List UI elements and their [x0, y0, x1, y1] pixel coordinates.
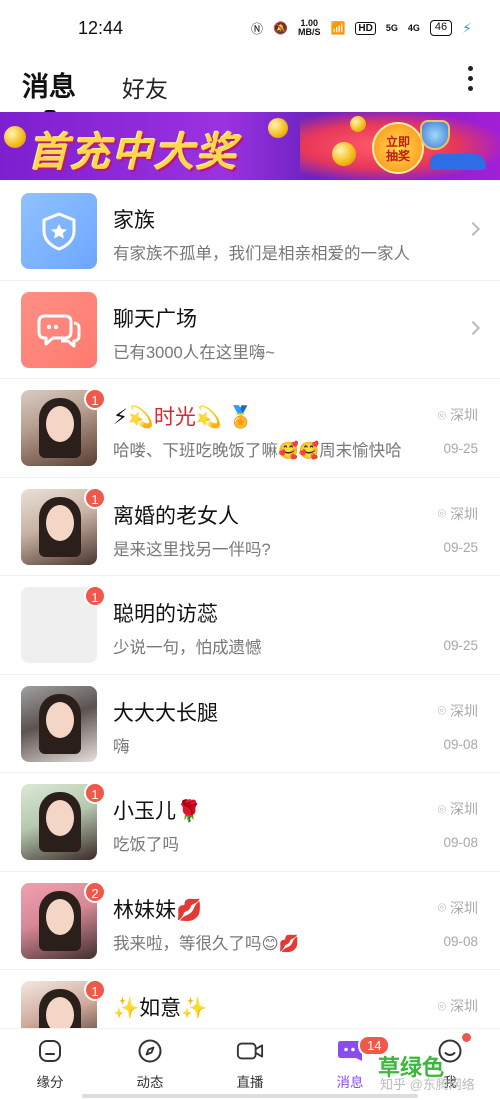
conversation-preview: 哈喽、下班吃晚饭了嘛🥰🥰周末愉快哈 — [113, 442, 402, 460]
nav-label: 动态 — [136, 1075, 164, 1090]
location-pin-icon: ⌾ — [437, 702, 446, 718]
coin-icon — [350, 116, 366, 132]
conversation-name: 林妹妹💋 — [113, 898, 203, 922]
location: ⌾ 深圳 — [437, 702, 478, 719]
location-pin-icon: ⌾ — [437, 899, 446, 915]
nav-label: 消息 — [336, 1075, 364, 1090]
top-tabs: 消息 好友 — [0, 60, 500, 116]
hd-icon: HD — [355, 21, 376, 35]
status-time: 12:44 — [78, 17, 124, 38]
list-item[interactable]: 1 小玉儿🌹 吃饭了吗 ⌾ 深圳 09-08 — [0, 773, 500, 872]
conversation-preview: 吃饭了吗 — [113, 836, 179, 854]
watermark-source: 知乎 @东腾网络 — [380, 1077, 475, 1092]
location: ⌾ 深圳 — [437, 505, 478, 522]
location-pin-icon: ⌾ — [437, 800, 446, 817]
conversation-preview: 是来这里找另一伴吗? — [113, 540, 271, 559]
conversation-date: 09-08 — [443, 736, 478, 752]
conversation-date: 09-25 — [443, 539, 478, 555]
chevron-right-icon — [465, 221, 481, 237]
conversation-name: ⚡💫时光💫 🏅 — [113, 406, 255, 429]
conversation-preview: 有家族不孤单，我们是相亲相爱的一家人 — [113, 245, 410, 263]
unread-badge: 1 — [84, 782, 106, 804]
video-camera-icon — [236, 1037, 264, 1065]
nav-feed[interactable]: 动态 — [100, 1029, 200, 1100]
banner-title: 首充中大奖 — [28, 131, 238, 175]
charging-icon: ⚡ — [462, 19, 472, 36]
shield-star-icon — [21, 193, 97, 269]
unread-badge: 2 — [84, 880, 106, 903]
avatar — [21, 685, 97, 762]
conversation-date: 09-08 — [443, 933, 478, 949]
conversation-list: 家族 有家族不孤单，我们是相亲相爱的一家人 聊天广场 已有3000人在这里嗨~ … — [0, 182, 500, 1069]
conversation-date: 09-25 — [443, 441, 478, 456]
mute-icon: 🔕 — [273, 21, 288, 35]
chevron-right-icon — [465, 320, 481, 335]
nav-fate[interactable]: 缘分 — [0, 1029, 100, 1100]
conversation-name: 聪明的访蕊 — [113, 603, 218, 626]
location-pin-icon: ⌾ — [437, 406, 446, 423]
unread-badge: 1 — [84, 979, 106, 1001]
location-pin-icon: ⌾ — [437, 505, 446, 521]
car-icon — [430, 154, 486, 170]
list-item[interactable]: 1 聪明的访蕊 少说一句，怕成遗憾 09-25 — [0, 576, 500, 675]
chat-square-avatar — [21, 291, 97, 368]
conversation-name: 大大大长腿 — [113, 701, 218, 725]
more-options-icon[interactable] — [468, 66, 474, 91]
list-item[interactable]: 1 离婚的老女人 是来这里找另一伴吗? ⌾ 深圳 09-25 — [0, 478, 500, 576]
status-bar: 12:44 Ⓝ 🔕 1.00 MB/S 📶 HD 5G 4G 46 ⚡ — [0, 0, 500, 56]
unread-badge: 1 — [84, 585, 106, 607]
signal-5g: 5G — [385, 22, 398, 33]
conversation-name: 家族 — [113, 209, 155, 232]
list-item-chat-square[interactable]: 聊天广场 已有3000人在这里嗨~ — [0, 281, 500, 379]
shield-icon — [420, 120, 450, 150]
nfc-icon: Ⓝ — [251, 21, 264, 36]
list-item[interactable]: 大大大长腿 嗨 ⌾ 深圳 09-08 — [0, 675, 500, 773]
conversation-preview: 我来啦，等很久了吗😊💋 — [113, 934, 300, 953]
net-speed: 1.00 MB/S — [297, 18, 321, 37]
list-item[interactable]: 1 ⚡💫时光💫 🏅 哈喽、下班吃晚饭了嘛🥰🥰周末愉快哈 ⌾ 深圳 09-25 — [0, 379, 500, 478]
conversation-date: 09-25 — [443, 638, 478, 653]
chat-bubbles-icon — [21, 292, 97, 368]
conversation-preview: 已有3000人在这里嗨~ — [113, 343, 275, 362]
notification-dot — [462, 1033, 471, 1042]
location: ⌾ 深圳 — [437, 899, 478, 916]
location-pin-icon: ⌾ — [437, 997, 446, 1014]
conversation-date: 09-08 — [443, 835, 478, 850]
coin-icon — [4, 126, 26, 148]
nav-label: 直播 — [236, 1075, 264, 1090]
unread-badge: 1 — [84, 486, 106, 509]
conversation-name: 离婚的老女人 — [113, 504, 239, 528]
location: ⌾ 深圳 — [437, 406, 478, 424]
conversation-name: 聊天广场 — [113, 307, 197, 331]
nav-live[interactable]: 直播 — [200, 1029, 300, 1100]
status-icons: Ⓝ 🔕 1.00 MB/S 📶 HD 5G 4G 46 ⚡ — [251, 19, 472, 37]
home-indicator[interactable] — [82, 1094, 418, 1098]
wifi-icon: 📶 — [330, 21, 346, 35]
battery-icon: 46 — [429, 20, 453, 36]
signal-4g: 4G — [407, 22, 420, 33]
conversation-name: 小玉儿🌹 — [113, 800, 203, 823]
promo-banner[interactable]: 首充中大奖 立即 抽奖 — [0, 112, 500, 180]
banner-draw-button[interactable]: 立即 抽奖 — [372, 122, 424, 174]
coin-icon — [332, 142, 356, 166]
compass-icon — [136, 1037, 164, 1065]
location: ⌾ 深圳 — [437, 800, 478, 818]
list-item[interactable]: 2 林妹妹💋 我来啦，等很久了吗😊💋 ⌾ 深圳 09-08 — [0, 872, 500, 970]
unread-badge: 1 — [84, 388, 106, 410]
nav-label: 缘分 — [36, 1075, 64, 1090]
conversation-preview: 少说一句，怕成遗憾 — [113, 639, 262, 657]
tab-friends[interactable]: 好友 — [122, 70, 168, 110]
conversation-name: ✨如意✨ — [113, 997, 208, 1020]
coin-icon — [268, 118, 288, 138]
family-avatar — [21, 193, 97, 269]
location: ⌾ 深圳 — [437, 997, 478, 1015]
conversation-preview: 嗨 — [113, 737, 130, 756]
tab-messages[interactable]: 消息 — [22, 65, 76, 116]
list-item-family[interactable]: 家族 有家族不孤单，我们是相亲相爱的一家人 — [0, 182, 500, 281]
fate-icon — [36, 1037, 64, 1065]
